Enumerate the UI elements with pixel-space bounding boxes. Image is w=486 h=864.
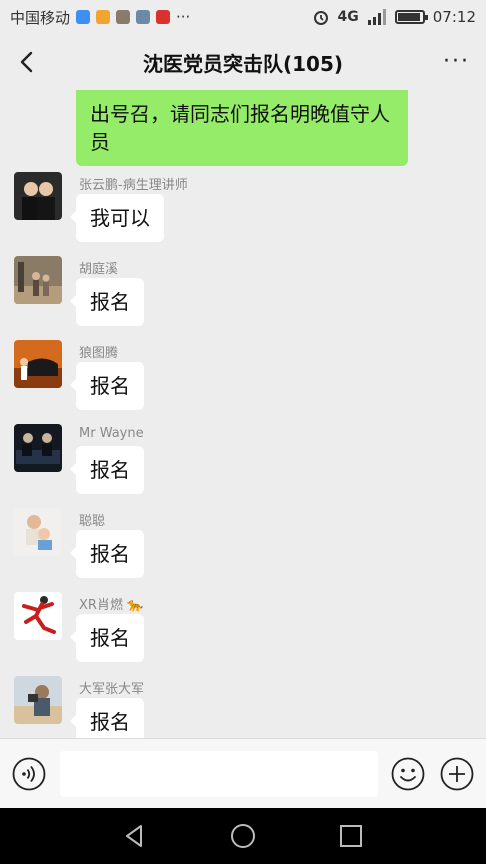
app-notification-icon [136,10,151,24]
more-notifications: ··· [176,8,191,26]
chat-header: 沈医党员突击队(105) ··· [0,34,486,90]
message-row: XR肖燃 🐆 报名 [0,592,486,676]
battery-level [397,13,420,21]
sent-message-bubble[interactable]: 出号召，请同志们报名明晚值守人员 [76,90,408,166]
system-nav-bar [0,808,486,864]
sender-name: 大军张大军 [79,682,145,697]
message-bubble[interactable]: 我可以 [70,194,164,242]
nav-home-icon[interactable] [229,822,257,850]
message-bubble[interactable]: 报名 [70,530,144,578]
app-notification-icon [116,10,131,24]
status-bar: 中国移动 ··· 4G 07:12 [0,0,486,34]
app-notification-icon [156,10,171,24]
message-bubble[interactable]: 报名 [70,614,144,662]
sender-name: 胡庭溪 [79,262,119,277]
back-icon[interactable] [14,48,42,76]
nav-back-icon[interactable] [121,822,149,850]
emoji-icon[interactable] [391,757,425,791]
battery-icon [394,10,428,24]
sender-name: 聪聪 [79,514,106,529]
sent-message-text: 出号召，请同志们报名明晚值守人员 [90,102,390,154]
nav-recents-icon[interactable] [337,822,365,850]
more-options-icon[interactable]: ··· [443,51,470,73]
chat-title: 沈医党员突击队(105) [142,51,344,76]
message-row: Mr Wayne 报名 [0,424,486,508]
plus-icon[interactable] [440,757,474,791]
clock: 07:12 [432,8,476,26]
avatar[interactable] [14,508,62,556]
chat-list[interactable]: 出号召，请同志们报名明晚值守人员 张云鹏-病生理讲师 我可以 胡庭溪 报名 狼图… [0,90,486,738]
signal-icon [367,9,386,25]
avatar[interactable] [14,340,62,388]
message-row: 狼图腾 报名 [0,340,486,424]
message-input[interactable] [60,751,378,797]
sender-name: 狼图腾 [79,346,119,361]
voice-icon[interactable] [12,757,46,791]
message-bubble[interactable]: 报名 [70,278,144,326]
carrier-name: 中国移动 [10,8,71,27]
message-bubble[interactable]: 报名 [70,698,144,738]
avatar[interactable] [14,424,62,472]
message-row: 胡庭溪 报名 [0,256,486,340]
network-type: 4G [337,9,359,25]
avatar[interactable] [14,256,62,304]
message-row: 聪聪 报名 [0,508,486,592]
app-notification-icon [76,10,91,24]
status-left: 中国移动 ··· [10,7,190,28]
sender-name: XR肖燃 🐆 [79,598,144,613]
avatar[interactable] [14,676,62,724]
input-bar [0,738,486,808]
avatar[interactable] [14,172,62,220]
sender-name: 张云鹏-病生理讲师 [79,178,188,193]
status-right: 4G 07:12 [312,8,476,26]
sender-name: Mr Wayne [79,426,144,441]
message-row: 张云鹏-病生理讲师 我可以 [0,172,486,256]
message-bubble[interactable]: 报名 [70,362,144,410]
avatar[interactable] [14,592,62,640]
alarm-icon [313,11,328,25]
message-row: 大军张大军 报名 [0,676,486,738]
sent-message-text-partial [90,90,394,100]
message-bubble[interactable]: 报名 [70,446,144,494]
app-notification-icon [96,10,111,24]
